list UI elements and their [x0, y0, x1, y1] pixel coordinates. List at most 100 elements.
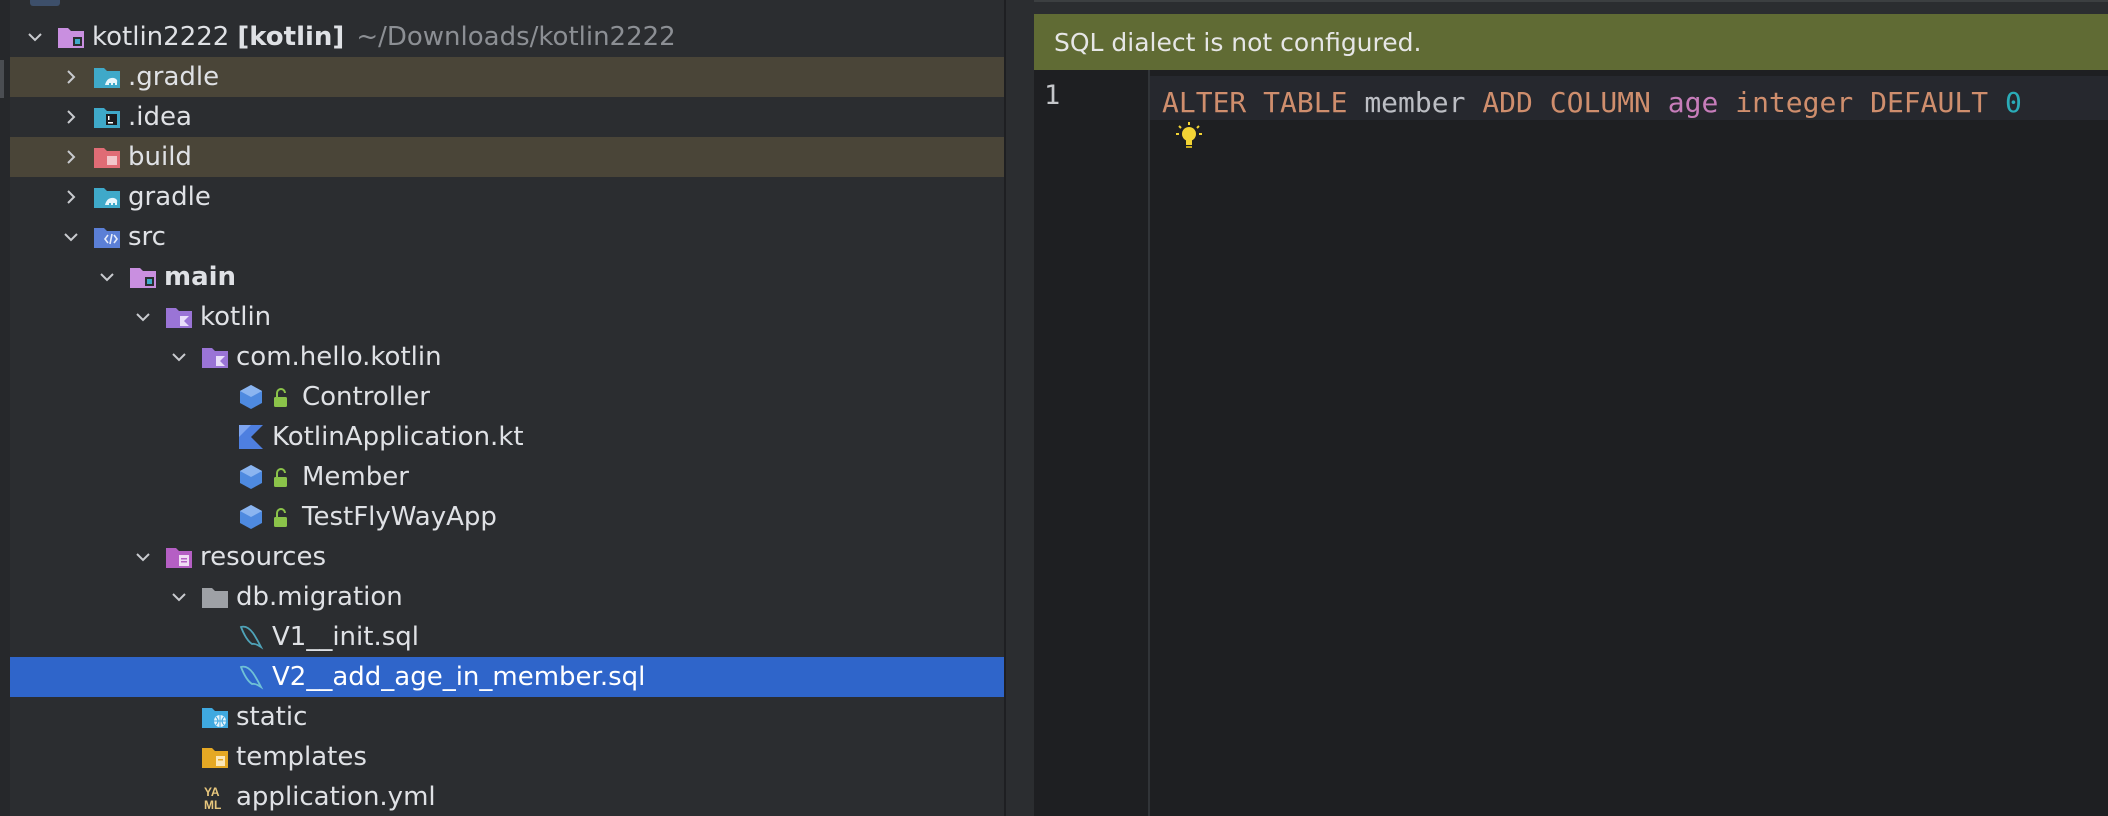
- code-area[interactable]: ALTER TABLE member ADD COLUMN age intege…: [1150, 70, 2108, 816]
- sql-file-icon: [236, 663, 266, 691]
- chevron-down-icon[interactable]: [132, 537, 154, 577]
- yaml-file-icon: YA ML: [200, 783, 230, 811]
- class-icon: [236, 383, 266, 411]
- sql-dialect-banner: SQL dialect is not configured.: [1034, 14, 2108, 71]
- root-path: ~/Downloads/kotlin2222: [356, 22, 676, 52]
- tree-item-label: db.migration: [236, 582, 403, 612]
- chevron-right-icon[interactable]: [60, 177, 82, 217]
- tree-item-label: src: [128, 222, 166, 252]
- tree-item-idea[interactable]: .idea: [10, 97, 1004, 137]
- ide-window: kotlin2222 [kotlin] ~/Downloads/kotlin22…: [0, 0, 2108, 816]
- tree-item-kotlin[interactable]: kotlin: [10, 297, 1004, 337]
- code-editor: SQL dialect is not configured. 1 ALTER T…: [1034, 0, 2108, 816]
- lock-icon: [272, 506, 292, 528]
- chevron-right-icon[interactable]: [60, 137, 82, 177]
- tree-item-label: main: [164, 262, 237, 292]
- tree-item-v2-add-age-sql[interactable]: V2__add_age_in_member.sql: [10, 657, 1004, 697]
- keyword-table: TABLE: [1263, 86, 1348, 119]
- tree-item-label: templates: [236, 742, 367, 772]
- tree-item-templates[interactable]: templates: [10, 737, 1004, 777]
- tree-item-static[interactable]: static: [10, 697, 1004, 737]
- tree-item-label: .idea: [128, 102, 192, 132]
- chevron-down-icon[interactable]: [60, 217, 82, 257]
- tree-item-label: .gradle: [128, 62, 220, 92]
- source-folder-icon: [92, 223, 122, 251]
- column-name: age: [1667, 86, 1719, 119]
- tree-top-strip: [0, 0, 1008, 14]
- project-tree-panel: kotlin2222 [kotlin] ~/Downloads/kotlin22…: [0, 0, 1008, 816]
- tree-item-label: gradle: [128, 182, 211, 212]
- tree-item-controller[interactable]: Controller: [10, 377, 1004, 417]
- keyword-alter: ALTER: [1162, 86, 1247, 119]
- excluded-folder-icon: [92, 143, 122, 171]
- line-number: 1: [1044, 80, 1061, 111]
- chevron-right-icon[interactable]: [60, 57, 82, 97]
- tree-item-gradle[interactable]: gradle: [10, 177, 1004, 217]
- tree-item-label: V1__init.sql: [272, 622, 419, 652]
- tree-item-label: build: [128, 142, 192, 172]
- kotlin-folder-icon: [164, 303, 194, 331]
- web-folder-icon: [200, 703, 230, 731]
- folder-icon: [200, 583, 230, 611]
- module-folder-icon: [56, 23, 86, 51]
- lock-icon: [272, 466, 292, 488]
- tree-item-label: static: [236, 702, 308, 732]
- tree-item-label: V2__add_age_in_member.sql: [272, 662, 646, 692]
- tree-left-edge: [0, 0, 10, 816]
- tree-item-label: KotlinApplication.kt: [272, 422, 524, 452]
- banner-text: SQL dialect is not configured.: [1054, 27, 1422, 57]
- svg-text:ML: ML: [204, 798, 221, 811]
- tree-item-v1-init-sql[interactable]: V1__init.sql: [10, 617, 1004, 657]
- svg-text:YA: YA: [204, 785, 220, 799]
- tree-item-application-yml[interactable]: YA ML application.yml: [10, 777, 1004, 816]
- keyword-add: ADD: [1482, 86, 1533, 119]
- root-module: [kotlin]: [237, 22, 345, 52]
- class-icon: [236, 463, 266, 491]
- tree-item-label: Member: [302, 462, 409, 492]
- chevron-down-icon[interactable]: [168, 337, 190, 377]
- kotlin-file-icon: [236, 423, 266, 451]
- tree-item-build[interactable]: build: [10, 137, 1004, 177]
- chevron-down-icon[interactable]: [96, 257, 118, 297]
- tree-item-member[interactable]: Member: [10, 457, 1004, 497]
- tree-item-label: Controller: [302, 382, 430, 412]
- chevron-right-icon[interactable]: [60, 97, 82, 137]
- code-line-1[interactable]: ALTER TABLE member ADD COLUMN age intege…: [1162, 86, 2022, 119]
- bulb-icon[interactable]: [1174, 120, 1204, 156]
- editor-top-strip: [1034, 0, 2108, 14]
- sql-file-icon: [236, 623, 266, 651]
- type-integer: integer: [1735, 86, 1854, 119]
- panel-splitter[interactable]: [1004, 0, 1034, 816]
- class-icon: [236, 503, 266, 531]
- idea-folder-icon: [92, 103, 122, 131]
- tree-item-root[interactable]: kotlin2222 [kotlin] ~/Downloads/kotlin22…: [10, 17, 1004, 57]
- tree-item-testflywayapp[interactable]: TestFlyWayApp: [10, 497, 1004, 537]
- keyword-default: DEFAULT: [1870, 86, 1989, 119]
- tree-item-label: TestFlyWayApp: [302, 502, 497, 532]
- resources-folder-icon: [164, 543, 194, 571]
- root-name: kotlin2222: [92, 22, 230, 52]
- chevron-down-icon[interactable]: [24, 17, 46, 57]
- keyword-column: COLUMN: [1549, 86, 1651, 119]
- tree-item-src[interactable]: src: [10, 217, 1004, 257]
- tree-item-label: kotlin: [200, 302, 272, 332]
- chevron-down-icon[interactable]: [168, 577, 190, 617]
- module-folder-icon: [128, 263, 158, 291]
- package-folder-icon: [200, 343, 230, 371]
- tree-item-gradle-hidden[interactable]: .gradle: [10, 57, 1004, 97]
- tree-item-resources[interactable]: resources: [10, 537, 1004, 577]
- tree-item-main[interactable]: main: [10, 257, 1004, 297]
- default-value: 0: [2004, 86, 2022, 119]
- tree-item-label: resources: [200, 542, 327, 572]
- tree-item-label: com.hello.kotlin: [236, 342, 442, 372]
- tree-item-db-migration[interactable]: db.migration: [10, 577, 1004, 617]
- templates-folder-icon: [200, 743, 230, 771]
- line-gutter[interactable]: 1: [1034, 70, 1150, 816]
- gradle-folder-icon: [92, 183, 122, 211]
- tree-item-package[interactable]: com.hello.kotlin: [10, 337, 1004, 377]
- chevron-down-icon[interactable]: [132, 297, 154, 337]
- current-line[interactable]: ALTER TABLE member ADD COLUMN age intege…: [1150, 76, 2108, 120]
- tree-item-kotlin-application[interactable]: KotlinApplication.kt: [10, 417, 1004, 457]
- lock-icon: [272, 386, 292, 408]
- gradle-folder-icon: [92, 63, 122, 91]
